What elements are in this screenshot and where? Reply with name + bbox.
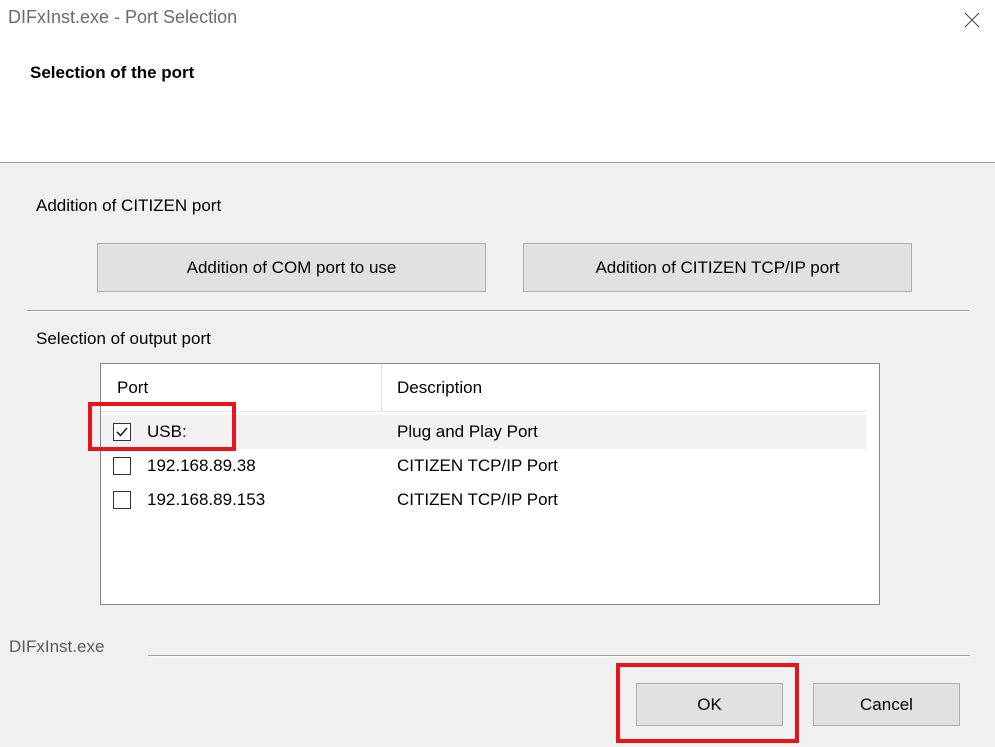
footer-divider (148, 655, 970, 657)
port-list-header: Port Description (101, 364, 867, 412)
window-title: DIFxInst.exe - Port Selection (8, 7, 238, 27)
add-tcpip-port-button[interactable]: Addition of CITIZEN TCP/IP port (523, 243, 912, 292)
port-row-ip-153[interactable]: 192.168.89.153 CITIZEN TCP/IP Port (101, 483, 867, 517)
port-description: CITIZEN TCP/IP Port (397, 490, 558, 509)
port-checkbox-usb[interactable] (113, 423, 131, 441)
port-row-ip-38[interactable]: 192.168.89.38 CITIZEN TCP/IP Port (101, 449, 867, 483)
column-header-port[interactable]: Port (117, 364, 377, 411)
port-checkbox-ip-153[interactable] (113, 491, 131, 509)
add-com-port-button[interactable]: Addition of COM port to use (97, 243, 486, 292)
port-row-usb[interactable]: USB: Plug and Play Port (101, 415, 867, 449)
column-divider[interactable] (381, 364, 382, 411)
port-name: USB: (147, 422, 187, 441)
port-description: Plug and Play Port (397, 422, 538, 441)
port-name: 192.168.89.153 (147, 490, 266, 509)
title-bar: DIFxInst.exe - Port Selection (0, 0, 995, 40)
output-port-group-label: Selection of output port (36, 329, 211, 348)
footer-label: DIFxInst.exe (9, 637, 105, 656)
header-title: Selection of the port (30, 63, 195, 82)
port-description: CITIZEN TCP/IP Port (397, 456, 558, 475)
port-checkbox-ip-38[interactable] (113, 457, 131, 475)
close-button[interactable] (950, 2, 994, 38)
ok-button[interactable]: OK (636, 683, 783, 726)
checkmark-icon (116, 427, 128, 437)
port-selection-dialog: DIFxInst.exe - Port Selection Selection … (0, 0, 995, 747)
port-name: 192.168.89.38 (147, 456, 256, 475)
dialog-header: Selection of the port (0, 40, 995, 163)
port-list[interactable]: Port Description USB: Plug and Play Port… (100, 363, 880, 605)
close-icon (964, 12, 980, 28)
cancel-button[interactable]: Cancel (813, 683, 960, 726)
column-header-description[interactable]: Description (397, 364, 797, 411)
citizen-port-group-label: Addition of CITIZEN port (36, 196, 222, 215)
group-divider (27, 310, 969, 312)
